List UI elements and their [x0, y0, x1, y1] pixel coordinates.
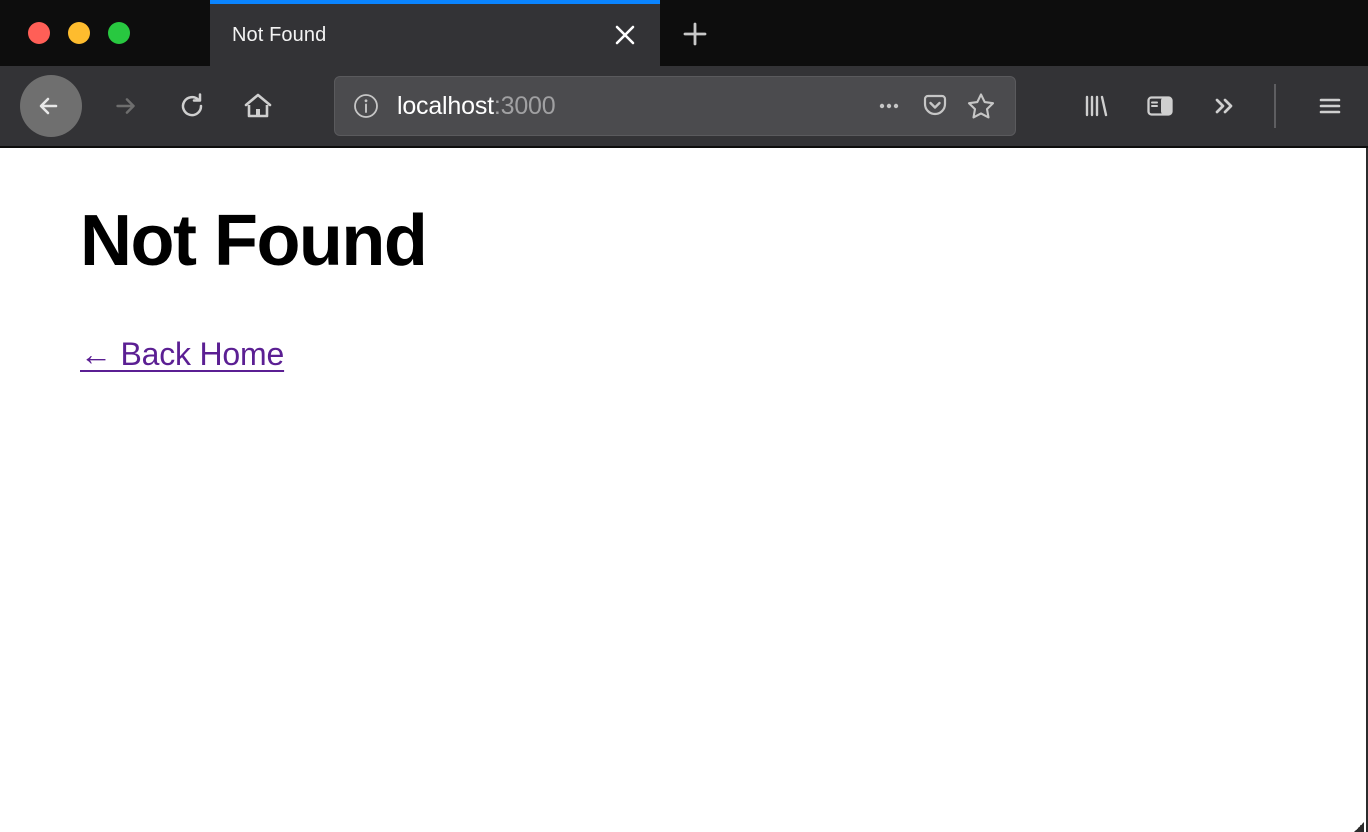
- overflow-button[interactable]: [1202, 84, 1246, 128]
- new-tab-button[interactable]: [672, 11, 718, 57]
- home-icon: [244, 93, 272, 118]
- app-menu-button[interactable]: [1308, 84, 1352, 128]
- url-input[interactable]: localhost:3000: [397, 92, 863, 121]
- library-button[interactable]: [1074, 84, 1118, 128]
- pocket-icon[interactable]: [915, 86, 955, 126]
- navigation-toolbar: localhost:3000: [0, 66, 1368, 148]
- back-button[interactable]: [20, 75, 82, 137]
- ellipsis-icon: [879, 103, 899, 109]
- info-icon[interactable]: [351, 91, 381, 121]
- close-tab-button[interactable]: [608, 18, 642, 52]
- browser-window: Not Found localhost:3000 Not Found ← Bac…: [0, 0, 1368, 832]
- bookmark-star-icon[interactable]: [961, 86, 1001, 126]
- tab-not-found[interactable]: Not Found: [210, 0, 660, 66]
- page-actions-button[interactable]: [869, 86, 909, 126]
- close-window-button[interactable]: [28, 22, 50, 44]
- tab-title: Not Found: [232, 23, 327, 46]
- toolbar-divider: [1274, 84, 1276, 128]
- reload-button[interactable]: [170, 84, 214, 128]
- sidebar-icon: [1147, 96, 1173, 116]
- maximize-window-button[interactable]: [108, 22, 130, 44]
- library-icon: [1085, 95, 1108, 117]
- arrow-right-icon: [116, 98, 135, 114]
- page-title: Not Found: [80, 201, 428, 281]
- home-button[interactable]: [236, 84, 280, 128]
- toolbar-right-group: [1054, 84, 1356, 128]
- window-controls: [0, 0, 130, 66]
- window-resize-grip[interactable]: [1354, 822, 1364, 832]
- chevron-double-right-icon: [1215, 98, 1233, 114]
- page-content: Not Found ← Back Home: [0, 148, 1368, 832]
- sidebar-toggle-button[interactable]: [1138, 84, 1182, 128]
- tab-strip: Not Found: [0, 0, 1368, 66]
- arrow-left-icon: [39, 97, 58, 115]
- hamburger-menu-icon: [1319, 98, 1341, 114]
- reload-icon: [181, 93, 203, 117]
- url-port: :3000: [493, 91, 556, 120]
- forward-button[interactable]: [104, 84, 148, 128]
- url-host: localhost: [397, 91, 494, 120]
- minimize-window-button[interactable]: [68, 22, 90, 44]
- address-bar[interactable]: localhost:3000: [334, 76, 1016, 136]
- back-home-link[interactable]: ← Back Home: [80, 336, 284, 373]
